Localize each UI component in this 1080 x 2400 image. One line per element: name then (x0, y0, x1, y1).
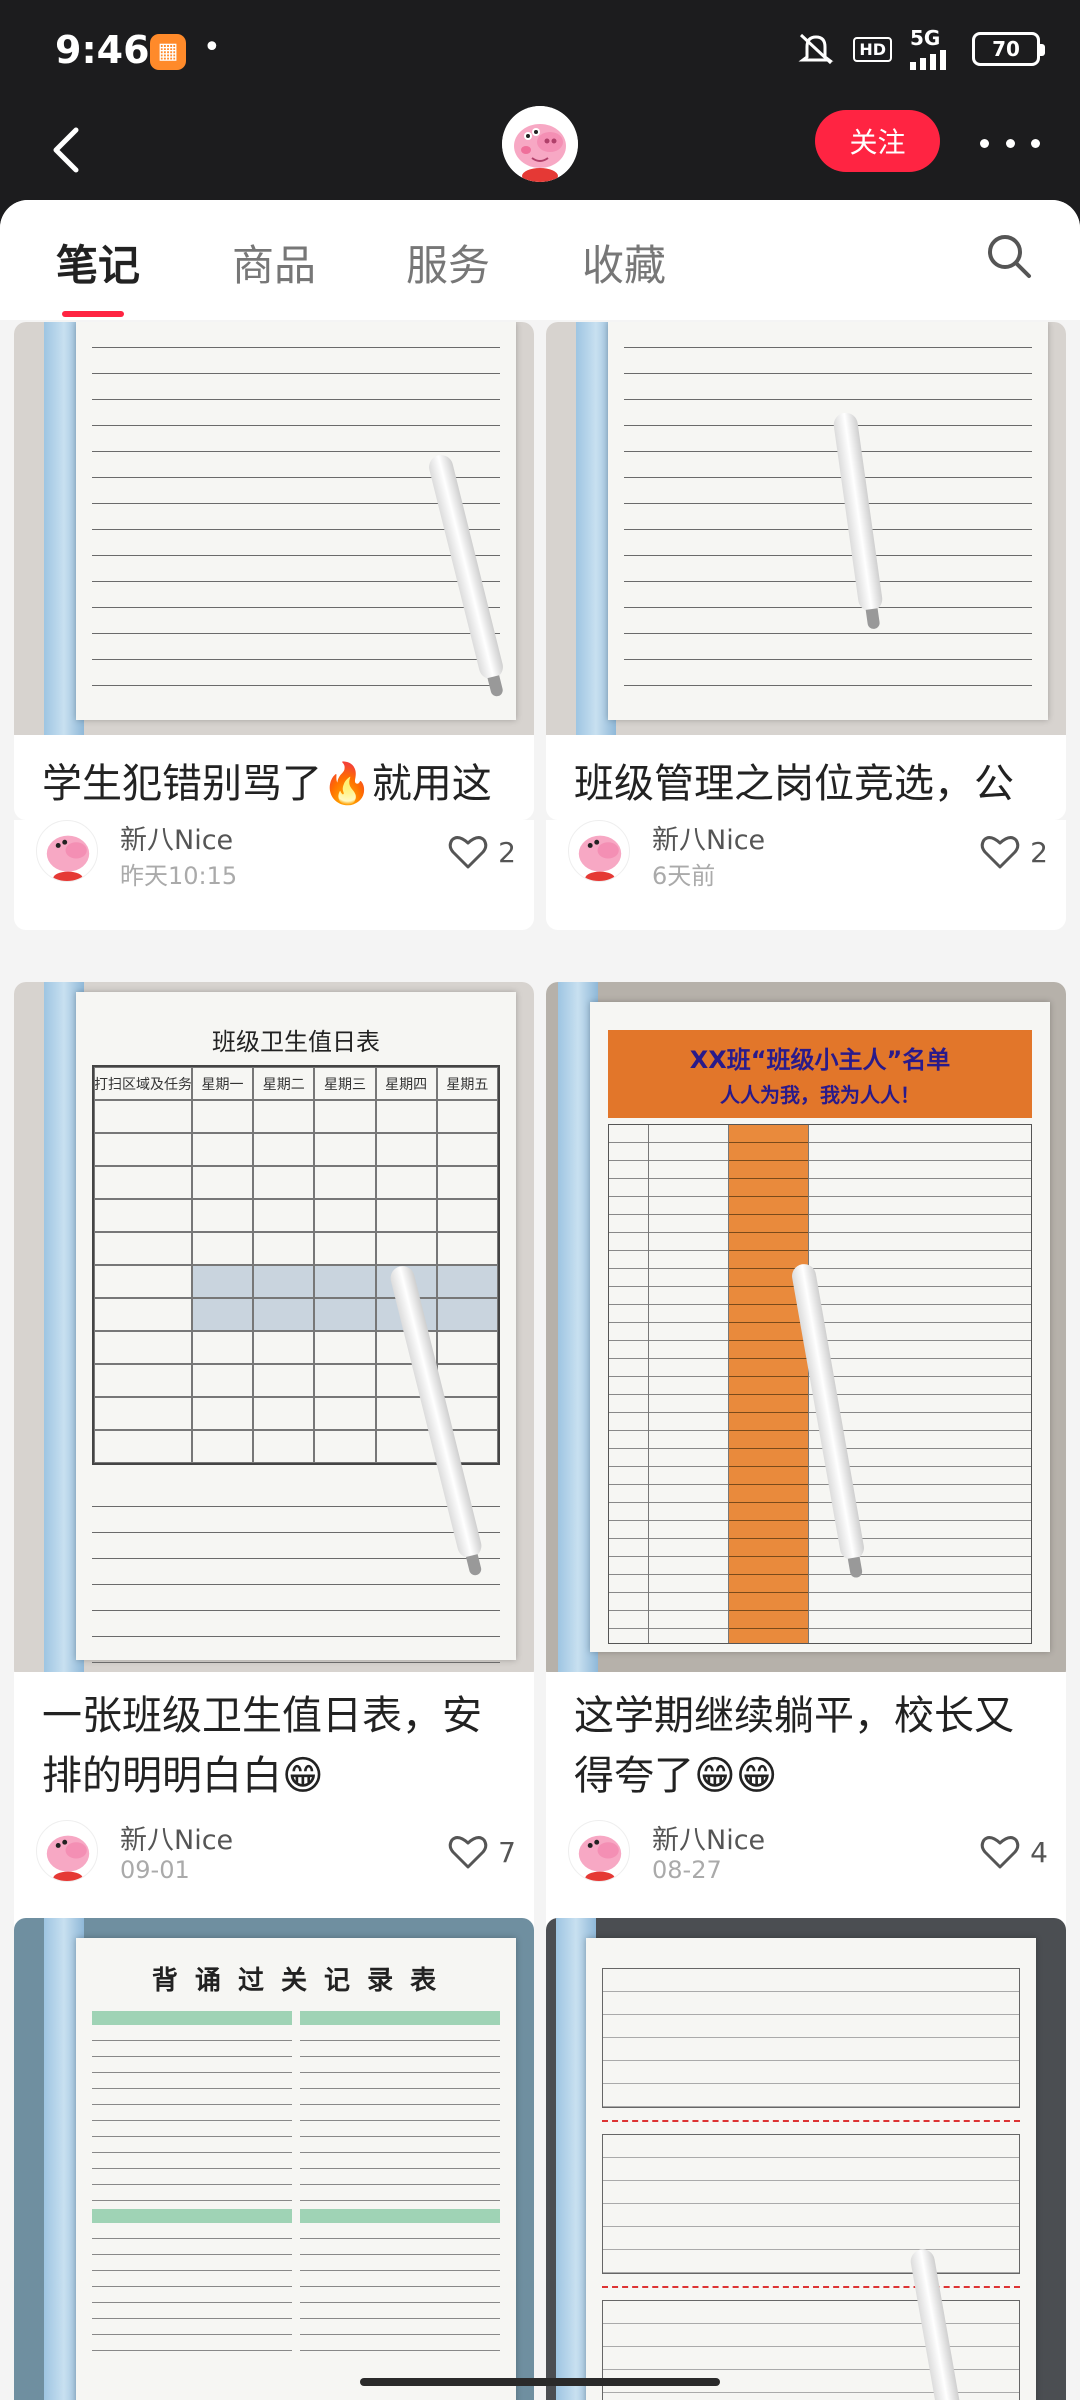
note-title: 班级管理之岗位竞选，公平竞争透明公开😁 (574, 761, 1014, 807)
content-sheet: 笔记 商品 服务 收藏 学生犯错别骂了🔥就用这份反思书超管用 (0, 200, 1080, 2400)
author-avatar[interactable] (568, 820, 630, 882)
tab-label: 商品 (232, 241, 317, 290)
heart-icon (980, 836, 1020, 869)
status-bar: 9:46 ▦ • HD 5G 70 (0, 0, 1080, 100)
heart-icon (448, 836, 488, 869)
note-card[interactable]: 班级管理之岗位竞选，公平竞争透明公开😁 (546, 322, 1066, 820)
tab-services[interactable]: 服务 (406, 232, 490, 293)
post-time: 08-27 (652, 1856, 722, 1884)
tab-label: 服务 (406, 241, 491, 290)
like-count: 2 (498, 835, 516, 869)
back-button[interactable] (40, 120, 100, 180)
note-card[interactable]: 班级卫生值日表 打扫区域及任务 星期一 星期二 星期三 星期四 星期五 (14, 982, 534, 1682)
app-notification-icon: ▦ (150, 34, 186, 70)
recite-table-title: 背 诵 过 关 记 录 表 (151, 1966, 441, 1996)
helper-list-header: XX班“班级小主人”名单 人人为我，我为人人！ (608, 1030, 1032, 1118)
post-time: 09-01 (120, 1856, 190, 1884)
home-indicator[interactable] (360, 2378, 720, 2386)
profile-tabs: 笔记 商品 服务 收藏 (0, 200, 1080, 320)
note-card[interactable] (546, 1918, 1066, 2400)
heart-icon (448, 1836, 488, 1869)
note-cover-image: 背 诵 过 关 记 录 表 (14, 1918, 534, 2400)
more-dot-icon (1005, 138, 1015, 148)
active-tab-indicator (62, 311, 124, 317)
document-graphic (586, 1938, 1036, 2400)
tab-label: 收藏 (582, 241, 667, 290)
note-title: 这学期继续躺平，校长又得夸了😁😁 (574, 1693, 1014, 1799)
author-name: 新八Nice (652, 1825, 766, 1856)
battery-level: 70 (992, 37, 1020, 61)
follow-button[interactable]: 关注 (815, 110, 940, 172)
tab-products[interactable]: 商品 (232, 232, 316, 293)
document-graphic (608, 322, 1048, 720)
notification-dot: • (203, 30, 221, 65)
helper-list-subtitle: 人人为我，我为人人！ (720, 1083, 920, 1107)
battery-icon: 70 (972, 32, 1045, 66)
profile-header: 关注 (0, 100, 1080, 200)
profile-avatar[interactable] (502, 106, 578, 182)
post-time: 昨天10:15 (120, 862, 238, 890)
author-name: 新八Nice (120, 1825, 234, 1856)
chevron-left-icon (53, 127, 79, 173)
like-count: 4 (1030, 1835, 1048, 1869)
author-name: 新八Nice (652, 825, 766, 856)
like-button[interactable]: 4 (980, 1834, 1048, 1870)
more-dot-icon (980, 138, 989, 148)
pig-avatar-icon (502, 106, 578, 182)
post-time: 6天前 (652, 862, 716, 890)
mute-icon (798, 33, 834, 65)
recite-table-grid (92, 2011, 500, 2359)
author-avatar[interactable] (36, 820, 98, 882)
author-avatar[interactable] (36, 1820, 98, 1882)
author-name: 新八Nice (120, 825, 234, 856)
hd-badge: HD (853, 36, 892, 62)
helper-list-title: XX班“班级小主人”名单 (689, 1046, 951, 1074)
heart-icon (980, 1836, 1020, 1869)
tab-label: 笔记 (56, 241, 141, 290)
duty-table-title: 班级卫生值日表 (212, 1028, 380, 1056)
author-avatar[interactable] (568, 1820, 630, 1882)
note-cover-image (14, 322, 534, 735)
like-count: 7 (498, 1835, 516, 1869)
document-graphic: 班级卫生值日表 打扫区域及任务 星期一 星期二 星期三 星期四 星期五 (76, 992, 516, 1663)
note-meta: 新八Nice 09-01 7 (36, 1820, 516, 1900)
status-time: 9:46 (55, 28, 150, 72)
note-meta: 新八Nice 08-27 4 (568, 1820, 1048, 1900)
note-cover-image: XX班“班级小主人”名单 人人为我，我为人人！ (546, 982, 1066, 1672)
more-dot-icon (1031, 138, 1040, 148)
pig-avatar-icon (46, 835, 90, 881)
signal-icon: 5G (910, 28, 954, 70)
tab-notes[interactable]: 笔记 (56, 232, 141, 317)
note-card[interactable]: 学生犯错别骂了🔥就用这份反思书超管用 (14, 322, 534, 820)
note-card[interactable]: XX班“班级小主人”名单 人人为我，我为人人！ (546, 982, 1066, 1682)
note-meta: 新八Nice 6天前 2 (568, 820, 1048, 900)
more-options-button[interactable] (980, 118, 1040, 168)
tab-favorites[interactable]: 收藏 (582, 232, 666, 293)
like-button[interactable]: 2 (980, 834, 1048, 870)
pig-avatar-icon (578, 1835, 622, 1881)
note-cover-image (546, 322, 1066, 735)
note-title: 一张班级卫生值日表，安排的明明白白😁 (42, 1693, 482, 1799)
note-card[interactable]: 背 诵 过 关 记 录 表 (14, 1918, 534, 2400)
note-title: 学生犯错别骂了🔥就用这份反思书超管用 (42, 761, 492, 807)
note-meta: 新八Nice 昨天10:15 2 (36, 820, 516, 900)
pig-avatar-icon (578, 835, 622, 881)
status-icons: HD 5G 70 (797, 28, 1045, 70)
pig-avatar-icon (46, 1835, 90, 1881)
note-card-footer: 新八Nice 6天前 2 (546, 820, 1066, 930)
document-graphic: 背 诵 过 关 记 录 表 (76, 1938, 516, 2400)
note-cover-image: 班级卫生值日表 打扫区域及任务 星期一 星期二 星期三 星期四 星期五 (14, 982, 534, 1672)
note-cover-image (546, 1918, 1066, 2400)
like-button[interactable]: 7 (448, 1834, 516, 1870)
note-card-footer: 新八Nice 昨天10:15 2 (14, 820, 534, 930)
like-count: 2 (1030, 835, 1048, 869)
search-button[interactable] (983, 230, 1035, 282)
like-button[interactable]: 2 (448, 834, 516, 870)
search-icon (988, 235, 1031, 278)
